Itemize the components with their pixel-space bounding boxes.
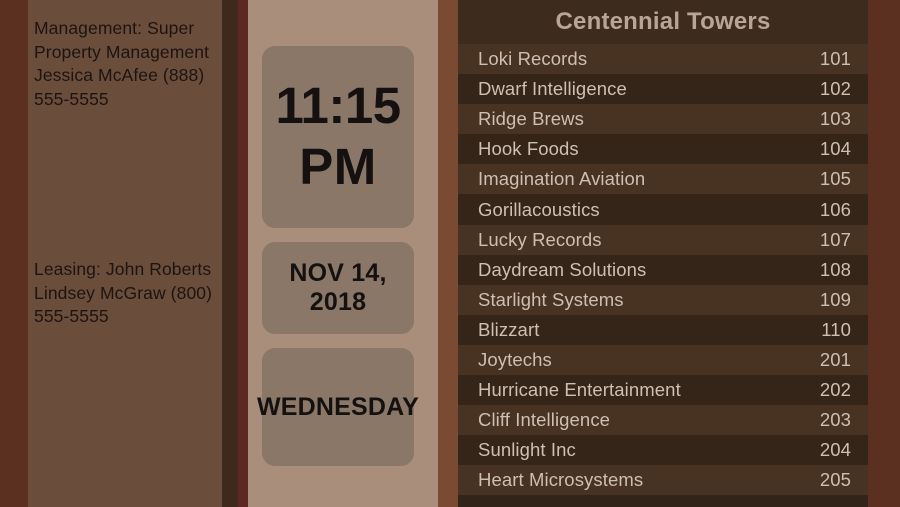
table-row: Heart Microsystems 205: [458, 465, 868, 496]
weekday-card: WEDNESDAY: [257, 348, 419, 466]
date-text: NOV 14, 2018: [289, 259, 387, 316]
tenant-suite-number: 203: [819, 409, 851, 431]
time-card: 11:15 PM: [262, 46, 414, 228]
date-card: NOV 14, 2018: [262, 242, 414, 334]
tenant-suite-number: 106: [819, 198, 851, 220]
tenant-name: Hurricane Entertainment: [478, 379, 681, 401]
tenant-suite-number: 103: [819, 108, 851, 130]
table-row: Blizzart 110: [458, 314, 868, 345]
tenant-name: Hook Foods: [478, 138, 579, 160]
weekday-text: WEDNESDAY: [256, 392, 420, 421]
tenant-suite-number: 108: [819, 258, 851, 280]
tenant-suite-number: 104: [819, 138, 851, 160]
time-hours-minutes: 11:15: [275, 77, 401, 134]
tenant-list: Loki Records 101 Dwarf Intelligence 102 Ridg…: [458, 44, 868, 496]
tenant-name: Dwarf Intelligence: [478, 78, 627, 100]
tenant-suite-number: 110: [821, 318, 851, 340]
left-divider-red: [238, 0, 248, 507]
leasing-line-2: Lindsey McGraw (800): [34, 282, 213, 303]
table-row: Joytechs 201: [458, 344, 868, 376]
table-row: Starlight Systems 109: [458, 284, 868, 315]
tenant-suite-number: 102: [819, 78, 851, 100]
table-row: Sunlight Inc 204: [458, 435, 868, 466]
directory-title: Centennial Towers: [458, 0, 868, 44]
management-contact-block: Management: Super Property Management Je…: [34, 17, 220, 111]
left-rail: Management: Super Property Management Je…: [0, 0, 248, 507]
table-row: Imagination Aviation 105: [458, 164, 868, 195]
leasing-line-3: 555-5555: [34, 306, 109, 326]
time-meridiem: PM: [299, 138, 377, 195]
table-row: Ridge Brews 103: [458, 104, 868, 135]
tenant-name: Gorillacoustics: [478, 198, 600, 220]
leasing-contact-block: Leasing: John Roberts Lindsey McGraw (80…: [34, 258, 220, 329]
tenant-name: Imagination Aviation: [478, 168, 646, 190]
table-row: Dwarf Intelligence 102: [458, 74, 868, 105]
tenant-name: Lucky Records: [478, 228, 602, 250]
tenant-suite-number: 202: [819, 379, 851, 401]
tenant-suite-number: 109: [819, 288, 851, 310]
table-row: Loki Records 101: [458, 44, 868, 75]
management-line-1: Management: Super: [34, 18, 195, 38]
clock-panel-right-divider: [438, 0, 458, 507]
tenant-name: Cliff Intelligence: [478, 409, 611, 431]
table-row: Lucky Records 107: [458, 224, 868, 255]
tenant-name: Heart Microsystems: [478, 469, 644, 491]
leasing-line-1: Leasing: John Roberts: [34, 259, 212, 279]
tenant-suite-number: 204: [819, 439, 851, 461]
tenant-directory-panel: Centennial Towers Loki Records 101 Dwarf I…: [458, 0, 868, 507]
table-row: Gorillacoustics 106: [458, 194, 868, 225]
tenant-suite-number: 105: [819, 168, 851, 190]
table-row: Hurricane Entertainment 202: [458, 375, 868, 406]
tenant-name: Daydream Solutions: [478, 258, 647, 280]
left-divider-dark: [222, 0, 238, 507]
management-line-2: Property Management: [34, 41, 210, 62]
table-row: Cliff Intelligence 203: [458, 405, 868, 436]
tenant-name: Blizzart: [478, 318, 540, 340]
table-row: Daydream Solutions 108: [458, 254, 868, 285]
tenant-name: Starlight Systems: [478, 288, 624, 310]
tenant-name: Joytechs: [478, 348, 552, 370]
management-line-3: Jessica McAfee (888): [34, 65, 205, 85]
right-edge-frame: [868, 0, 900, 507]
tenant-name: Ridge Brews: [478, 108, 584, 130]
tenant-name: Sunlight Inc: [478, 439, 576, 461]
tenant-suite-number: 205: [819, 469, 851, 491]
tenant-suite-number: 201: [819, 348, 851, 370]
tenant-name: Loki Records: [478, 48, 588, 70]
lobby-directory-screen: Management: Super Property Management Je…: [0, 0, 900, 507]
table-row: Hook Foods 104: [458, 134, 868, 165]
tenant-suite-number: 101: [819, 48, 851, 70]
tenant-suite-number: 107: [819, 228, 851, 250]
management-line-4: 555-5555: [34, 88, 109, 109]
